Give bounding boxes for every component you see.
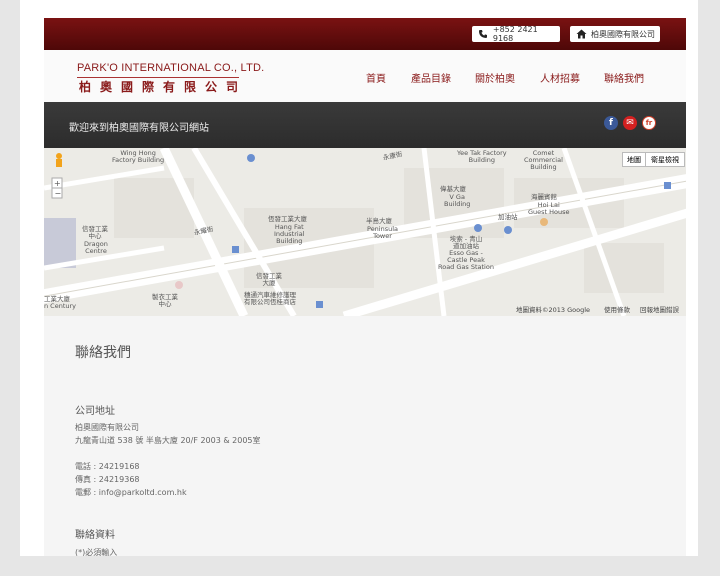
map-label-pf-zh: 製衣工業 中心	[152, 293, 178, 308]
map-label-hoi-lai: Hoi Lai Guest House	[528, 201, 570, 216]
logo-chinese[interactable]: 柏奧國際有限公司	[79, 78, 247, 95]
map-label-dragon-zh: 信發工業 中心	[82, 225, 108, 240]
phone-number: +852 2421 9168	[492, 25, 538, 43]
map-label-hang-fat-zh: 恆發工業大廈	[268, 215, 307, 223]
map-label-hoi-lai-zh: 海麗賓館	[531, 193, 557, 201]
nav-contact[interactable]: 聯絡我們	[604, 70, 644, 85]
logo-english[interactable]: PARK'O INTERNATIONAL CO., LTD.	[77, 62, 264, 74]
map-label-dragon: Dragon Centre	[84, 240, 108, 255]
fax: 傳真 : 24219368	[75, 475, 140, 484]
contact-info-heading: 聯絡資料	[75, 530, 115, 541]
required-note: (*)必須輸入	[75, 548, 118, 556]
contact-section: 聯絡我們 公司地址 柏奧國際有限公司 九龍青山道 538 號 半島大廈 20/F…	[44, 316, 686, 556]
company-link: 柏奧國際有限公司	[591, 29, 655, 39]
site-header: PARK'O INTERNATIONAL CO., LTD. 柏奧國際有限公司 …	[44, 50, 686, 102]
map-label-bus: 穗通汽車維修護理 有限公司恆桂商店	[244, 291, 296, 306]
company-address: 九龍青山道 538 號 半島大廈 20/F 2003 & 2005室	[75, 436, 261, 445]
phone-pill[interactable]: +852 2421 9168	[472, 25, 560, 43]
top-bar: +852 2421 9168 柏奧國際有限公司	[44, 18, 686, 50]
other-social-icon[interactable]: fr	[642, 116, 656, 130]
nav-about[interactable]: 關於柏奧	[475, 70, 515, 85]
nav-careers[interactable]: 人材招募	[540, 70, 580, 85]
svg-text:+: +	[54, 179, 61, 188]
email-icon[interactable]: ✉	[623, 116, 637, 130]
google-map[interactable]: + − 永康街 永耀街 Wing Hong Factory Building 恆…	[44, 148, 686, 316]
telephone: 電話 : 24219168	[75, 462, 140, 471]
welcome-band: 歡迎來到柏奧國際有限公司網站 f ✉ fr	[44, 102, 686, 148]
map-type-satellite-button[interactable]: 衛星檢視	[645, 152, 685, 167]
map-label-left-bottom: 工業大廈 n Century	[44, 295, 77, 310]
map-report-link[interactable]: 回報地圖錯誤	[640, 304, 679, 314]
map-label-peninsula: Peninsula Tower	[367, 225, 399, 240]
home-icon	[574, 27, 588, 41]
map-label-factory-zh: 信發工業 大廈	[256, 272, 282, 287]
facebook-icon[interactable]: f	[604, 116, 618, 130]
svg-text:−: −	[55, 189, 62, 198]
map-label-petrol: 加油站	[498, 213, 518, 221]
map-label-peninsula-zh: 半島大廈	[366, 217, 392, 225]
company-name: 柏奧國際有限公司	[75, 423, 139, 432]
nav-products[interactable]: 產品目錄	[411, 70, 451, 85]
map-label-yee-tak: Yee Tak Factory Building	[457, 149, 507, 164]
company-pill[interactable]: 柏奧國際有限公司	[570, 26, 660, 42]
nav-home[interactable]: 首頁	[366, 70, 386, 85]
map-label-esso: 埃索 - 青山 道加油站 Esso Gas - Castle Peak Road…	[438, 235, 494, 271]
map-label-wing-hong: Wing Hong Factory Building	[112, 149, 165, 164]
map-label-comet: Comet Commercial Building	[524, 149, 563, 171]
map-label-vgo: V Ga Building	[444, 193, 471, 208]
welcome-text: 歡迎來到柏奧國際有限公司網站	[69, 123, 209, 134]
map-label-vgo-zh: 偉基大廈	[440, 185, 466, 193]
map-type-map-button[interactable]: 地圖	[622, 152, 646, 167]
address-heading: 公司地址	[75, 406, 115, 417]
phone-icon	[476, 27, 490, 41]
web-page: +852 2421 9168 柏奧國際有限公司 PARK'O INTERNATI…	[44, 18, 686, 556]
map-label-hang-fat: Hang Fat Industrial Building	[274, 223, 305, 245]
map-terms-link[interactable]: 使用條款	[604, 304, 630, 314]
map-data-credit: 地圖資料©2013 Google	[516, 306, 591, 314]
page-title: 聯絡我們	[75, 345, 131, 361]
email[interactable]: 電郵 : info@parkoltd.com.hk	[75, 487, 187, 498]
map-canvas[interactable]: + −	[44, 148, 686, 316]
